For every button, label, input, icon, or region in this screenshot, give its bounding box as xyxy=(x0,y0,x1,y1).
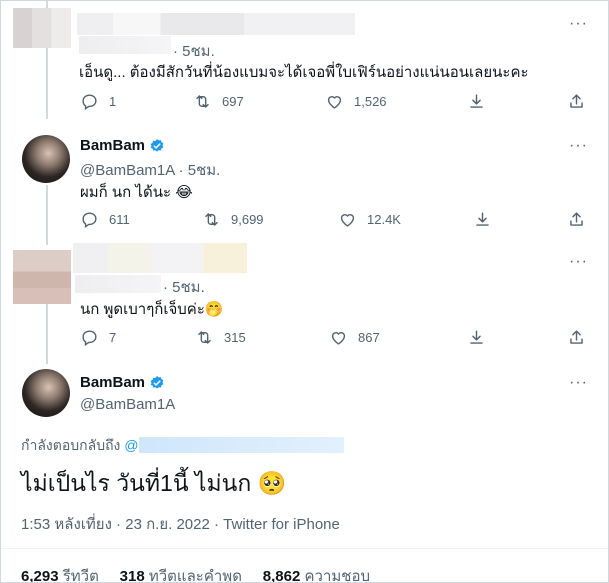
reply-button[interactable]: 611 xyxy=(80,210,130,229)
upload-icon xyxy=(570,94,583,108)
tweet-stats: 6,293 รีทวีต 318 ทวีตและคำพูด 8,862 ความ… xyxy=(21,564,370,582)
like-icon xyxy=(340,214,355,227)
upload-button[interactable] xyxy=(567,328,586,347)
reply-count: 1 xyxy=(109,94,117,109)
mention-redacted xyxy=(138,437,344,453)
share-icon xyxy=(470,330,483,344)
tweet-timestamp[interactable]: 1:53 หลังเที่ยง · 23 ก.ย. 2022 · Twitter… xyxy=(21,512,340,536)
handle[interactable]: @BamBam1A xyxy=(80,396,175,413)
like-count: 12.4K xyxy=(367,212,401,227)
thread-line xyxy=(46,304,48,364)
display-name[interactable]: BamBam xyxy=(80,137,145,154)
reply-button[interactable]: 7 xyxy=(80,328,116,347)
retweets-stat[interactable]: 6,293 รีทวีต xyxy=(21,568,99,582)
share-icon xyxy=(476,212,489,226)
display-name[interactable]: BamBam xyxy=(80,374,145,391)
upload-icon xyxy=(570,330,583,344)
avatar[interactable] xyxy=(22,369,70,417)
emoji: 🥺 xyxy=(257,470,287,496)
like-button[interactable]: 867 xyxy=(329,328,380,347)
avatar[interactable] xyxy=(13,250,71,304)
like-icon xyxy=(327,96,342,109)
tweet-time[interactable]: · 5ชม. xyxy=(163,275,205,299)
like-icon xyxy=(331,332,346,345)
upload-button[interactable] xyxy=(567,210,586,229)
like-count: 1,526 xyxy=(354,94,387,109)
reply-icon xyxy=(82,212,97,228)
avatar[interactable] xyxy=(13,8,71,48)
verified-badge-icon xyxy=(150,139,164,152)
handle[interactable]: @BamBam1A · 5ชม. xyxy=(80,158,220,182)
retweet-icon xyxy=(198,331,211,344)
share-icon xyxy=(470,94,483,108)
more-icon[interactable]: ··· xyxy=(569,374,588,392)
retweet-icon xyxy=(196,95,209,108)
verified-badge-icon xyxy=(150,376,164,389)
quotes-stat[interactable]: 318 ทวีตและคำพูด xyxy=(120,568,242,582)
retweet-button[interactable]: 315 xyxy=(195,328,246,347)
reply-icon xyxy=(82,94,97,110)
more-icon[interactable]: ··· xyxy=(569,253,588,271)
replying-to: กำลังตอบกลับถึง @ xyxy=(21,435,344,457)
like-count: 867 xyxy=(358,330,380,345)
tweet-text: ผมก็ นก ได้นะ 😂 xyxy=(80,184,193,201)
share-button[interactable] xyxy=(467,92,486,111)
mention-link[interactable]: @ xyxy=(124,437,344,453)
share-button[interactable] xyxy=(473,210,492,229)
retweet-icon xyxy=(205,213,218,226)
retweet-button[interactable]: 9,699 xyxy=(202,210,264,229)
tweet-text: เอ็นดู... ต้องมีสักวันที่น้องแบมจะได้เจอ… xyxy=(79,64,529,81)
reply-count: 7 xyxy=(109,330,117,345)
share-button[interactable] xyxy=(467,328,486,347)
handle-redacted xyxy=(75,275,161,293)
divider xyxy=(1,548,608,549)
retweet-button[interactable]: 697 xyxy=(193,92,244,111)
retweet-count: 315 xyxy=(224,330,246,345)
retweet-count: 9,699 xyxy=(231,212,264,227)
emoji: 😂 xyxy=(175,184,193,201)
upload-icon xyxy=(570,212,583,226)
handle-redacted xyxy=(79,36,171,54)
display-name-redacted xyxy=(77,13,355,35)
likes-stat[interactable]: 8,862 ความชอบ xyxy=(263,568,370,582)
reply-icon xyxy=(82,330,97,346)
like-button[interactable]: 12.4K xyxy=(338,210,401,229)
reply-button[interactable]: 1 xyxy=(80,92,116,111)
like-button[interactable]: 1,526 xyxy=(325,92,387,111)
avatar[interactable] xyxy=(22,135,70,183)
tweet-thread: · 5ชม. ··· เอ็นดู... ต้องมีสักวันที่น้อง… xyxy=(0,0,609,583)
emoji: 🤭 xyxy=(204,301,224,318)
more-icon[interactable]: ··· xyxy=(569,15,588,33)
retweet-count: 697 xyxy=(222,94,244,109)
more-icon[interactable]: ··· xyxy=(569,137,588,155)
display-name-redacted xyxy=(73,243,247,273)
upload-button[interactable] xyxy=(567,92,586,111)
tweet-text: นก พูดเบาๆก็เจ็บค่ะ🤭 xyxy=(80,301,224,318)
main-tweet-text: ไม่เป็นไร วันที่1นี้ ไม่นก 🥺 xyxy=(21,470,287,496)
reply-count: 611 xyxy=(109,212,130,227)
thread-line xyxy=(46,185,48,245)
